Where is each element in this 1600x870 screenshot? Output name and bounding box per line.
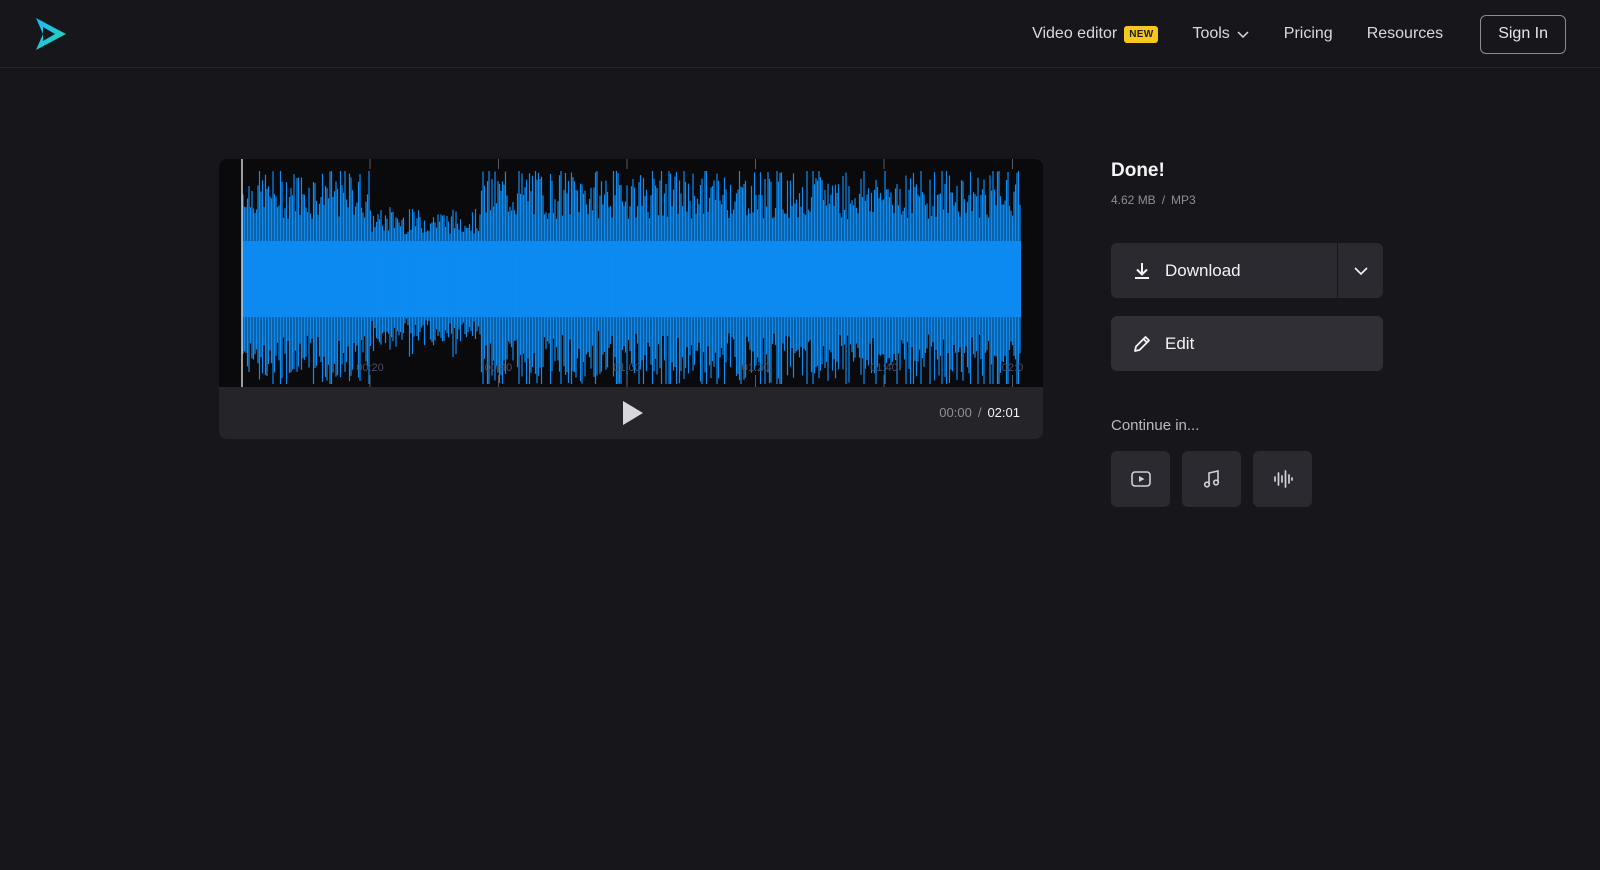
timeline-label: 01:20 — [742, 362, 770, 374]
waveform[interactable]: 00:20 00:40 01:00 01:20 01:40 02:0 — [219, 159, 1043, 387]
audio-waveform-icon — [1273, 470, 1293, 488]
timeline-label: 02:0 — [1002, 362, 1023, 374]
continue-video-button[interactable] — [1111, 451, 1170, 507]
nav-tools-label: Tools — [1192, 25, 1230, 42]
total-time: 02:01 — [987, 405, 1020, 420]
edit-label: Edit — [1165, 333, 1195, 353]
chevron-down-icon — [1353, 266, 1368, 275]
sign-in-button[interactable]: Sign In — [1480, 14, 1566, 54]
video-icon — [1130, 471, 1151, 487]
download-options-button[interactable] — [1337, 243, 1383, 298]
meta-separator: / — [1161, 193, 1166, 207]
download-label: Download — [1165, 260, 1241, 280]
status-title: Done! — [1111, 160, 1165, 181]
timeline-label: 01:00 — [613, 362, 641, 374]
time-display: 00:00 / 02:01 — [939, 405, 1020, 420]
pencil-icon — [1134, 335, 1150, 352]
main-nav: Video editor NEW Tools Pricing Resources… — [1032, 14, 1566, 54]
continue-music-button[interactable] — [1182, 451, 1241, 507]
nav-video-editor[interactable]: Video editor NEW — [1032, 25, 1159, 43]
audio-player: 00:20 00:40 01:00 01:20 01:40 02:0 00:00 / 02:0… — [219, 159, 1043, 439]
new-badge: NEW — [1124, 25, 1159, 43]
download-group: Download — [1111, 243, 1383, 298]
download-button[interactable]: Download — [1111, 243, 1337, 298]
nav-tools[interactable]: Tools — [1192, 25, 1249, 43]
timeline-label: 01:40 — [870, 362, 898, 374]
play-icon[interactable] — [619, 400, 645, 426]
timeline-label: 00:20 — [356, 362, 384, 374]
file-size: 4.62 MB — [1111, 193, 1156, 207]
music-note-icon — [1203, 470, 1219, 488]
continue-options — [1111, 451, 1383, 507]
continue-audio-button[interactable] — [1253, 451, 1312, 507]
logo-icon[interactable] — [33, 15, 69, 53]
top-header: Video editor NEW Tools Pricing Resources… — [0, 0, 1600, 68]
file-format: MP3 — [1171, 193, 1196, 207]
edit-button[interactable]: Edit — [1111, 316, 1383, 371]
player-controls: 00:00 / 02:01 — [219, 387, 1043, 439]
timeline-label: 00:40 — [485, 362, 513, 374]
current-time: 00:00 — [939, 405, 972, 420]
download-icon — [1135, 262, 1149, 279]
continue-label: Continue in... — [1111, 417, 1200, 434]
file-meta: 4.62 MB / MP3 — [1111, 193, 1383, 207]
nav-video-editor-label: Video editor — [1032, 25, 1118, 42]
waveform-area[interactable]: 00:20 00:40 01:00 01:20 01:40 02:0 — [219, 159, 1043, 387]
time-separator: / — [977, 405, 982, 420]
nav-pricing[interactable]: Pricing — [1284, 25, 1333, 43]
result-panel: Done! 4.62 MB / MP3 Download Edit Continue… — [1111, 160, 1383, 507]
nav-resources[interactable]: Resources — [1367, 25, 1443, 43]
chevron-down-icon — [1237, 31, 1249, 39]
